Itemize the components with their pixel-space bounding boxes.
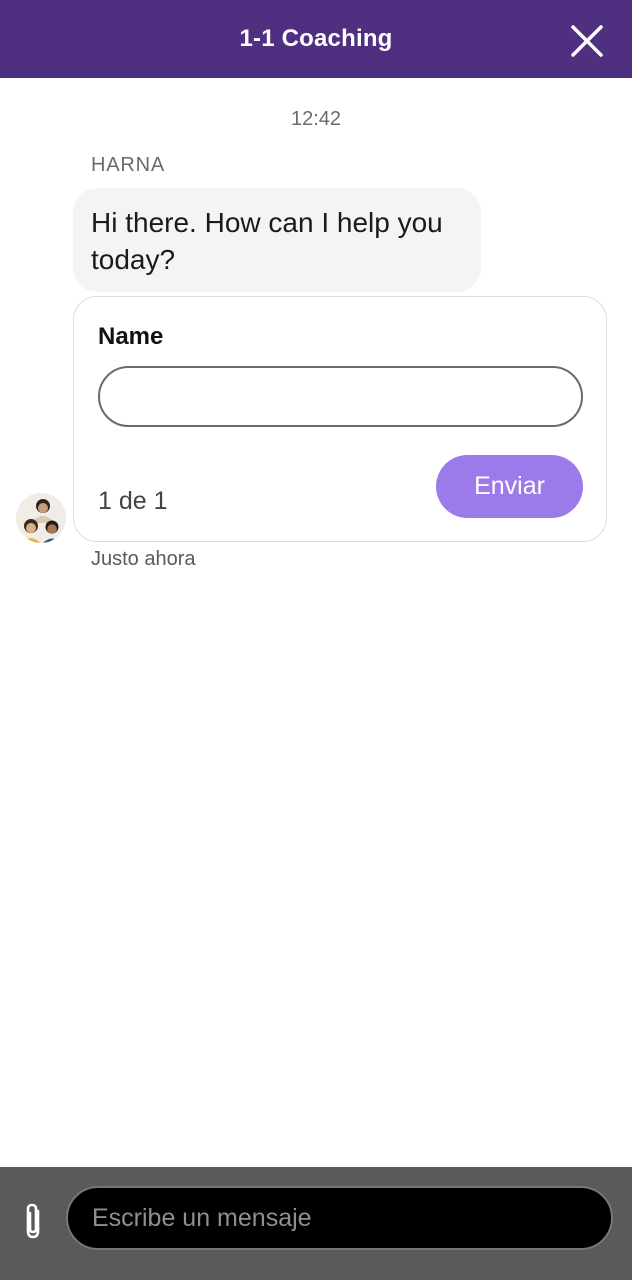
agents-avatar-icon: [16, 493, 66, 543]
attach-button[interactable]: [18, 1201, 50, 1241]
chat-screen: 1-1 Coaching 12:42 HARNA Hi there. How c…: [0, 0, 632, 1280]
close-button[interactable]: [570, 24, 604, 58]
message-timestamp: 12:42: [290, 108, 342, 130]
page-title: 1-1 Coaching: [239, 25, 393, 52]
name-input[interactable]: [98, 366, 583, 427]
sent-status: Justo ahora: [91, 548, 196, 570]
message-bubble: Hi there. How can I help you today?: [73, 188, 481, 292]
close-icon: [571, 25, 603, 57]
composer-bar: [0, 1167, 632, 1280]
sender-name: HARNA: [91, 154, 166, 176]
form-pager: 1 de 1: [98, 487, 168, 515]
name-label: Name: [98, 323, 164, 350]
message-input[interactable]: [66, 1186, 613, 1250]
send-button[interactable]: Enviar: [436, 455, 583, 518]
avatar: [16, 493, 66, 543]
name-form-card: Name 1 de 1 Enviar: [73, 296, 607, 542]
paperclip-icon: [26, 1203, 40, 1239]
header-bar: 1-1 Coaching: [0, 0, 632, 78]
